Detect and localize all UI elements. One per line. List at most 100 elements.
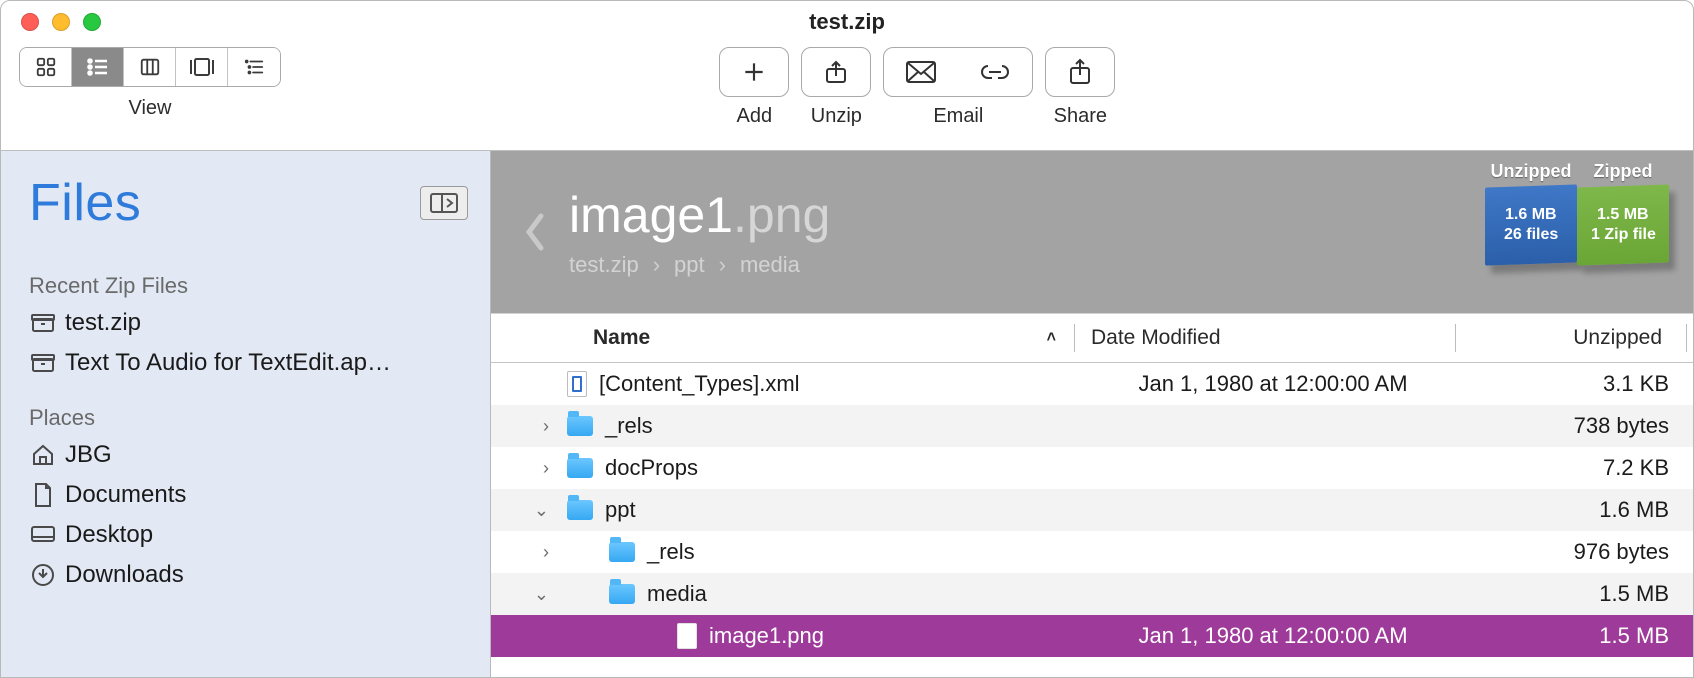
main-area: image1.png test.zip › ppt › media Unzipp…: [491, 151, 1693, 677]
table-row[interactable]: image1.png Jan 1, 1980 at 12:00:00 AM 1.…: [491, 615, 1693, 657]
sidebar-section-recent: Recent Zip Files: [29, 273, 468, 299]
file-icon: [677, 623, 697, 649]
table-row[interactable]: [Content_Types].xml Jan 1, 1980 at 12:00…: [491, 363, 1693, 405]
view-grid-button[interactable]: [20, 48, 72, 86]
row-size: 3.1 KB: [1463, 371, 1693, 397]
email-link-button-group: [883, 47, 1033, 97]
window-title: test.zip: [1, 9, 1693, 35]
sidebar-item-label: test.zip: [65, 309, 141, 337]
view-coverflow-button[interactable]: [176, 48, 228, 86]
titlebar: test.zip: [1, 1, 1693, 43]
row-size: 7.2 KB: [1463, 455, 1693, 481]
view-columns-button[interactable]: [124, 48, 176, 86]
sidebar-places-item[interactable]: Desktop: [29, 515, 468, 555]
link-icon: [978, 62, 1012, 82]
row-size: 1.6 MB: [1463, 497, 1693, 523]
row-name: _rels: [647, 539, 695, 565]
table-row[interactable]: › _rels 738 bytes: [491, 405, 1693, 447]
chevron-right-icon: ›: [719, 252, 726, 278]
chevron-left-icon: [521, 210, 549, 254]
table-row[interactable]: ⌄ media 1.5 MB: [491, 573, 1693, 615]
link-button[interactable]: [978, 62, 1012, 82]
zoom-window-button[interactable]: [83, 13, 101, 31]
sidebar-places-item[interactable]: Documents: [29, 475, 468, 515]
header-filename-ext: .png: [733, 187, 830, 243]
share-icon: [1067, 57, 1093, 87]
sidebar-recent-item[interactable]: Text To Audio for TextEdit.ap…: [29, 343, 468, 383]
sidebar: Files Recent Zip Files test.zipText To A…: [1, 151, 491, 677]
row-name: image1.png: [709, 623, 824, 649]
place-icon: [29, 444, 57, 466]
col-size-header[interactable]: Unzipped: [1456, 326, 1686, 350]
outline-icon: [242, 56, 266, 78]
breadcrumb-2[interactable]: media: [740, 252, 800, 278]
sidebar-item-label: Documents: [65, 481, 186, 509]
view-list-button[interactable]: [72, 48, 124, 86]
sidebar-places-item[interactable]: JBG: [29, 435, 468, 475]
unzip-label: Unzip: [801, 105, 871, 128]
col-name-header[interactable]: Name ˄: [553, 326, 1074, 350]
disclosure-triangle-icon[interactable]: ›: [543, 542, 549, 563]
zipped-label: Zipped: [1594, 161, 1653, 182]
size-summary: Unzipped 1.6 MB 26 files Zipped 1.5 MB 1…: [1485, 161, 1669, 264]
place-icon: [29, 482, 57, 508]
sidebar-places-item[interactable]: Downloads: [29, 555, 468, 595]
body: Files Recent Zip Files test.zipText To A…: [1, 151, 1693, 677]
zipped-size: 1.5 MB: [1597, 205, 1649, 225]
view-switcher: [19, 47, 281, 87]
disclosure-triangle-icon[interactable]: ⌄: [534, 500, 549, 521]
table-row[interactable]: › _rels 976 bytes: [491, 531, 1693, 573]
add-button[interactable]: [719, 47, 789, 97]
header-banner: image1.png test.zip › ppt › media Unzipp…: [491, 151, 1693, 313]
row-name: media: [647, 581, 707, 607]
table-row[interactable]: › docProps 7.2 KB: [491, 447, 1693, 489]
action-buttons-group: Add Unzip Email Share: [719, 47, 1115, 128]
sidebar-item-label: JBG: [65, 441, 112, 469]
sidebar-recent-item[interactable]: test.zip: [29, 303, 468, 343]
share-button[interactable]: [1045, 47, 1115, 97]
sort-ascending-icon: ˄: [1047, 329, 1056, 347]
breadcrumb: test.zip › ppt › media: [569, 252, 830, 278]
chevron-right-icon: ›: [653, 252, 660, 278]
view-outline-button[interactable]: [228, 48, 280, 86]
col-date-header[interactable]: Date Modified: [1075, 326, 1455, 350]
share-label: Share: [1045, 105, 1115, 128]
email-label: Email: [883, 105, 1033, 128]
back-button[interactable]: [521, 210, 549, 254]
row-date: Jan 1, 1980 at 12:00:00 AM: [1083, 623, 1463, 649]
disclosure-triangle-icon[interactable]: ›: [543, 416, 549, 437]
grid-icon: [35, 56, 57, 78]
unzip-button[interactable]: [801, 47, 871, 97]
row-size: 976 bytes: [1463, 539, 1693, 565]
sidebar-item-label: Desktop: [65, 521, 153, 549]
header-filename-base: image1: [569, 187, 733, 243]
disclosure-triangle-icon[interactable]: ›: [543, 458, 549, 479]
close-window-button[interactable]: [21, 13, 39, 31]
col-date-label: Date Modified: [1091, 326, 1221, 349]
folder-icon: [567, 458, 593, 478]
unzip-icon: [822, 58, 850, 86]
minimize-window-button[interactable]: [52, 13, 70, 31]
sidebar-collapse-button[interactable]: [420, 186, 468, 220]
email-icon: [905, 60, 937, 84]
add-label: Add: [719, 105, 789, 128]
view-switcher-group: View: [19, 47, 281, 120]
folder-icon: [609, 584, 635, 604]
row-size: 1.5 MB: [1463, 581, 1693, 607]
window-controls: [1, 13, 101, 31]
zipped-files: 1 Zip file: [1591, 225, 1656, 245]
header-filename: image1.png: [569, 186, 830, 244]
file-icon: [567, 371, 587, 397]
zipped-cube: 1.5 MB 1 Zip file: [1577, 184, 1669, 265]
table-row[interactable]: ⌄ ppt 1.6 MB: [491, 489, 1693, 531]
column-header: Name ˄ Date Modified Unzipped: [491, 313, 1693, 363]
breadcrumb-0[interactable]: test.zip: [569, 252, 639, 278]
email-button[interactable]: [905, 60, 937, 84]
row-name: [Content_Types].xml: [599, 371, 800, 397]
file-rows: [Content_Types].xml Jan 1, 1980 at 12:00…: [491, 363, 1693, 677]
breadcrumb-1[interactable]: ppt: [674, 252, 705, 278]
disclosure-triangle-icon[interactable]: ⌄: [534, 584, 549, 605]
panel-collapse-icon: [430, 193, 458, 213]
view-label: View: [129, 97, 172, 120]
row-date: Jan 1, 1980 at 12:00:00 AM: [1083, 371, 1463, 397]
